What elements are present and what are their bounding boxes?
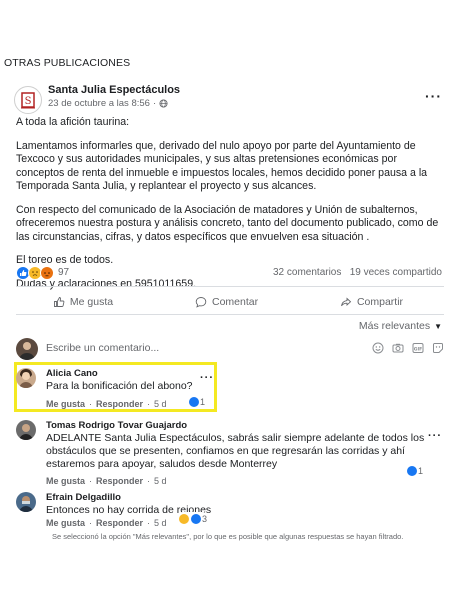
commenter-avatar[interactable] bbox=[16, 492, 36, 512]
comment-reaction-count: 1 bbox=[418, 466, 424, 476]
sort-dropdown[interactable]: Más relevantes ▼ bbox=[359, 320, 442, 332]
comment-button-label: Comentar bbox=[211, 296, 259, 308]
share-button[interactable]: Compartir bbox=[340, 290, 403, 314]
commenter-name[interactable]: Alicia Cano bbox=[46, 368, 193, 379]
angry-reaction-icon bbox=[40, 266, 54, 280]
comment-button[interactable]: Comentar bbox=[195, 290, 258, 314]
comment-reaction-count: 1 bbox=[200, 397, 206, 407]
comment-item: Efrain Delgadillo Entonces no hay corrid… bbox=[16, 490, 444, 530]
comment-like-button[interactable]: Me gusta bbox=[46, 518, 85, 528]
like-reaction-icon bbox=[188, 396, 200, 408]
thumbs-up-icon bbox=[53, 297, 65, 307]
like-reaction-icon bbox=[190, 513, 202, 525]
share-button-label: Compartir bbox=[356, 296, 404, 308]
comment-reply-button[interactable]: Responder bbox=[96, 518, 143, 528]
comments-count[interactable]: 32 comentarios bbox=[273, 267, 341, 278]
like-reaction-icon bbox=[406, 465, 418, 477]
comment-options-icon[interactable]: ··· bbox=[200, 372, 214, 384]
comment-actions: Me gusta · Responder · 5 d bbox=[46, 476, 167, 486]
comment-icon bbox=[195, 297, 207, 308]
post-options-icon[interactable]: ··· bbox=[425, 88, 442, 104]
reaction-count[interactable]: 97 bbox=[58, 267, 69, 278]
post-paragraph: Lamentamos informarles que, derivado del… bbox=[16, 139, 428, 193]
page-avatar[interactable]: S bbox=[14, 86, 42, 114]
like-button[interactable]: Me gusta bbox=[53, 290, 113, 314]
post-paragraph: A toda la afición taurina: bbox=[16, 116, 130, 128]
page-logo-icon: S bbox=[21, 92, 35, 109]
composer-icons: GIF bbox=[372, 342, 444, 357]
comment-input[interactable]: Escribe un comentario... bbox=[46, 342, 159, 354]
globe-icon bbox=[159, 99, 168, 108]
comment-reactions[interactable]: 1 bbox=[186, 395, 208, 409]
post-meta: 23 de octubre a las 8:56 · bbox=[48, 98, 168, 109]
section-title: OTRAS PUBLICACIONES bbox=[4, 57, 131, 69]
like-button-label: Me gusta bbox=[69, 296, 114, 308]
commenter-name[interactable]: Efrain Delgadillo bbox=[46, 492, 211, 503]
svg-text:S: S bbox=[25, 96, 32, 107]
comment-reply-button[interactable]: Responder bbox=[96, 399, 143, 409]
comment-like-button[interactable]: Me gusta bbox=[46, 476, 85, 486]
comment-time[interactable]: 5 d bbox=[154, 518, 167, 528]
reactions-row: 97 32 comentarios 19 veces compartido bbox=[16, 264, 444, 282]
comment-text: Para la bonificación del abono? bbox=[46, 380, 193, 392]
divider bbox=[16, 286, 444, 287]
comment-text: ADELANTE Santa Julia Espectáculos, sabrá… bbox=[46, 432, 425, 470]
post-stats: 32 comentarios 19 veces compartido bbox=[273, 267, 442, 278]
comment-composer: Escribe un comentario... GIF bbox=[16, 338, 444, 362]
sad-reaction-icon bbox=[178, 513, 190, 525]
gif-icon[interactable]: GIF bbox=[412, 342, 424, 357]
comment-reactions[interactable]: 3 bbox=[176, 512, 210, 526]
camera-icon[interactable] bbox=[392, 342, 404, 357]
comment-options-icon[interactable]: ··· bbox=[428, 430, 442, 442]
sort-label: Más relevantes bbox=[358, 320, 431, 332]
comment-time[interactable]: 5 d bbox=[154, 476, 167, 486]
emoji-icon[interactable] bbox=[372, 342, 384, 357]
comment-reply-button[interactable]: Responder bbox=[96, 476, 143, 486]
sticker-icon[interactable] bbox=[432, 342, 444, 357]
comment-actions: Me gusta · Responder · 5 d bbox=[46, 399, 167, 409]
commenter-avatar[interactable] bbox=[16, 420, 36, 440]
svg-text:GIF: GIF bbox=[414, 346, 422, 352]
reaction-icons[interactable] bbox=[16, 266, 54, 280]
filter-note: Se seleccionó la opción "Más relevantes"… bbox=[52, 532, 404, 541]
comment-item: Tomas Rodrigo Tovar Guajardo ADELANTE Sa… bbox=[16, 418, 444, 486]
commenter-name[interactable]: Tomas Rodrigo Tovar Guajardo bbox=[46, 420, 426, 431]
share-icon bbox=[341, 297, 352, 307]
caret-down-icon: ▼ bbox=[434, 321, 442, 331]
page-name[interactable]: Santa Julia Espectáculos bbox=[48, 84, 180, 96]
post-paragraph: Con respecto del comunicado de la Asocia… bbox=[16, 203, 439, 243]
commenter-avatar[interactable] bbox=[16, 368, 36, 388]
post-actions: Me gusta Comentar Compartir bbox=[12, 290, 444, 314]
post-header: S Santa Julia Espectáculos 23 de octubre… bbox=[12, 80, 444, 114]
comment-time[interactable]: 5 d bbox=[154, 399, 167, 409]
shares-count[interactable]: 19 veces compartido bbox=[350, 267, 442, 278]
comment-like-button[interactable]: Me gusta bbox=[46, 399, 85, 409]
post-date[interactable]: 23 de octubre a las 8:56 bbox=[48, 98, 150, 109]
comment-item: Alicia Cano Para la bonificación del abo… bbox=[16, 366, 444, 412]
user-avatar[interactable] bbox=[16, 338, 38, 360]
separator-dot: · bbox=[152, 98, 157, 109]
comment-reactions[interactable]: 1 bbox=[404, 464, 426, 478]
comment-actions: Me gusta · Responder · 5 d bbox=[46, 518, 167, 528]
divider bbox=[16, 314, 444, 315]
comment-reaction-count: 3 bbox=[202, 514, 208, 524]
